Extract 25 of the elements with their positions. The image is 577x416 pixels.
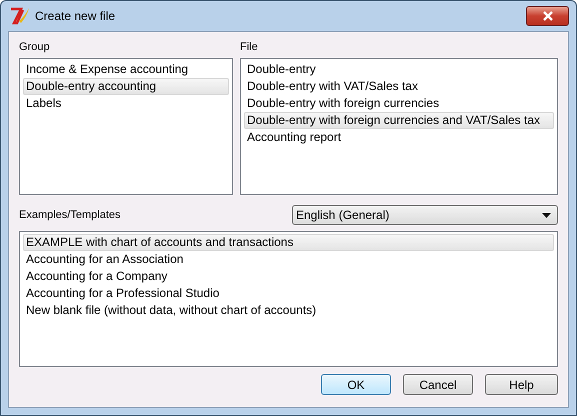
language-dropdown[interactable]: English (General) [292, 205, 558, 225]
group-item[interactable]: Double-entry accounting [23, 78, 229, 95]
group-label: Group [19, 40, 51, 54]
dialog-button[interactable]: Help [485, 374, 558, 395]
group-item[interactable]: Labels [23, 95, 229, 112]
file-label: File [240, 40, 259, 54]
file-item[interactable]: Double-entry with VAT/Sales tax [244, 78, 554, 95]
templates-label: Examples/Templates [19, 208, 120, 222]
dialog-button[interactable]: Cancel [403, 374, 473, 395]
dropdown-arrow-icon [542, 212, 551, 218]
group-item[interactable]: Income & Expense accounting [23, 61, 229, 78]
window-title: Create new file [35, 9, 116, 23]
template-item[interactable]: Accounting for an Association [23, 251, 554, 268]
close-button[interactable] [526, 6, 569, 26]
template-item[interactable]: Accounting for a Company [23, 268, 554, 285]
template-item[interactable]: Accounting for a Professional Studio [23, 285, 554, 302]
app-logo-icon [9, 6, 31, 26]
file-item[interactable]: Double-entry with foreign currencies and VAT/Sales tax [244, 112, 554, 129]
dialog-button[interactable]: OK [321, 374, 391, 395]
file-item[interactable]: Accounting report [244, 129, 554, 146]
close-icon [542, 11, 554, 21]
file-item[interactable]: Double-entry [244, 61, 554, 78]
template-item[interactable]: EXAMPLE with chart of accounts and transactions [23, 234, 554, 251]
file-item[interactable]: Double-entry with foreign currencies [244, 95, 554, 112]
template-item[interactable]: New blank file (without data, without chart of accounts) [23, 302, 554, 319]
